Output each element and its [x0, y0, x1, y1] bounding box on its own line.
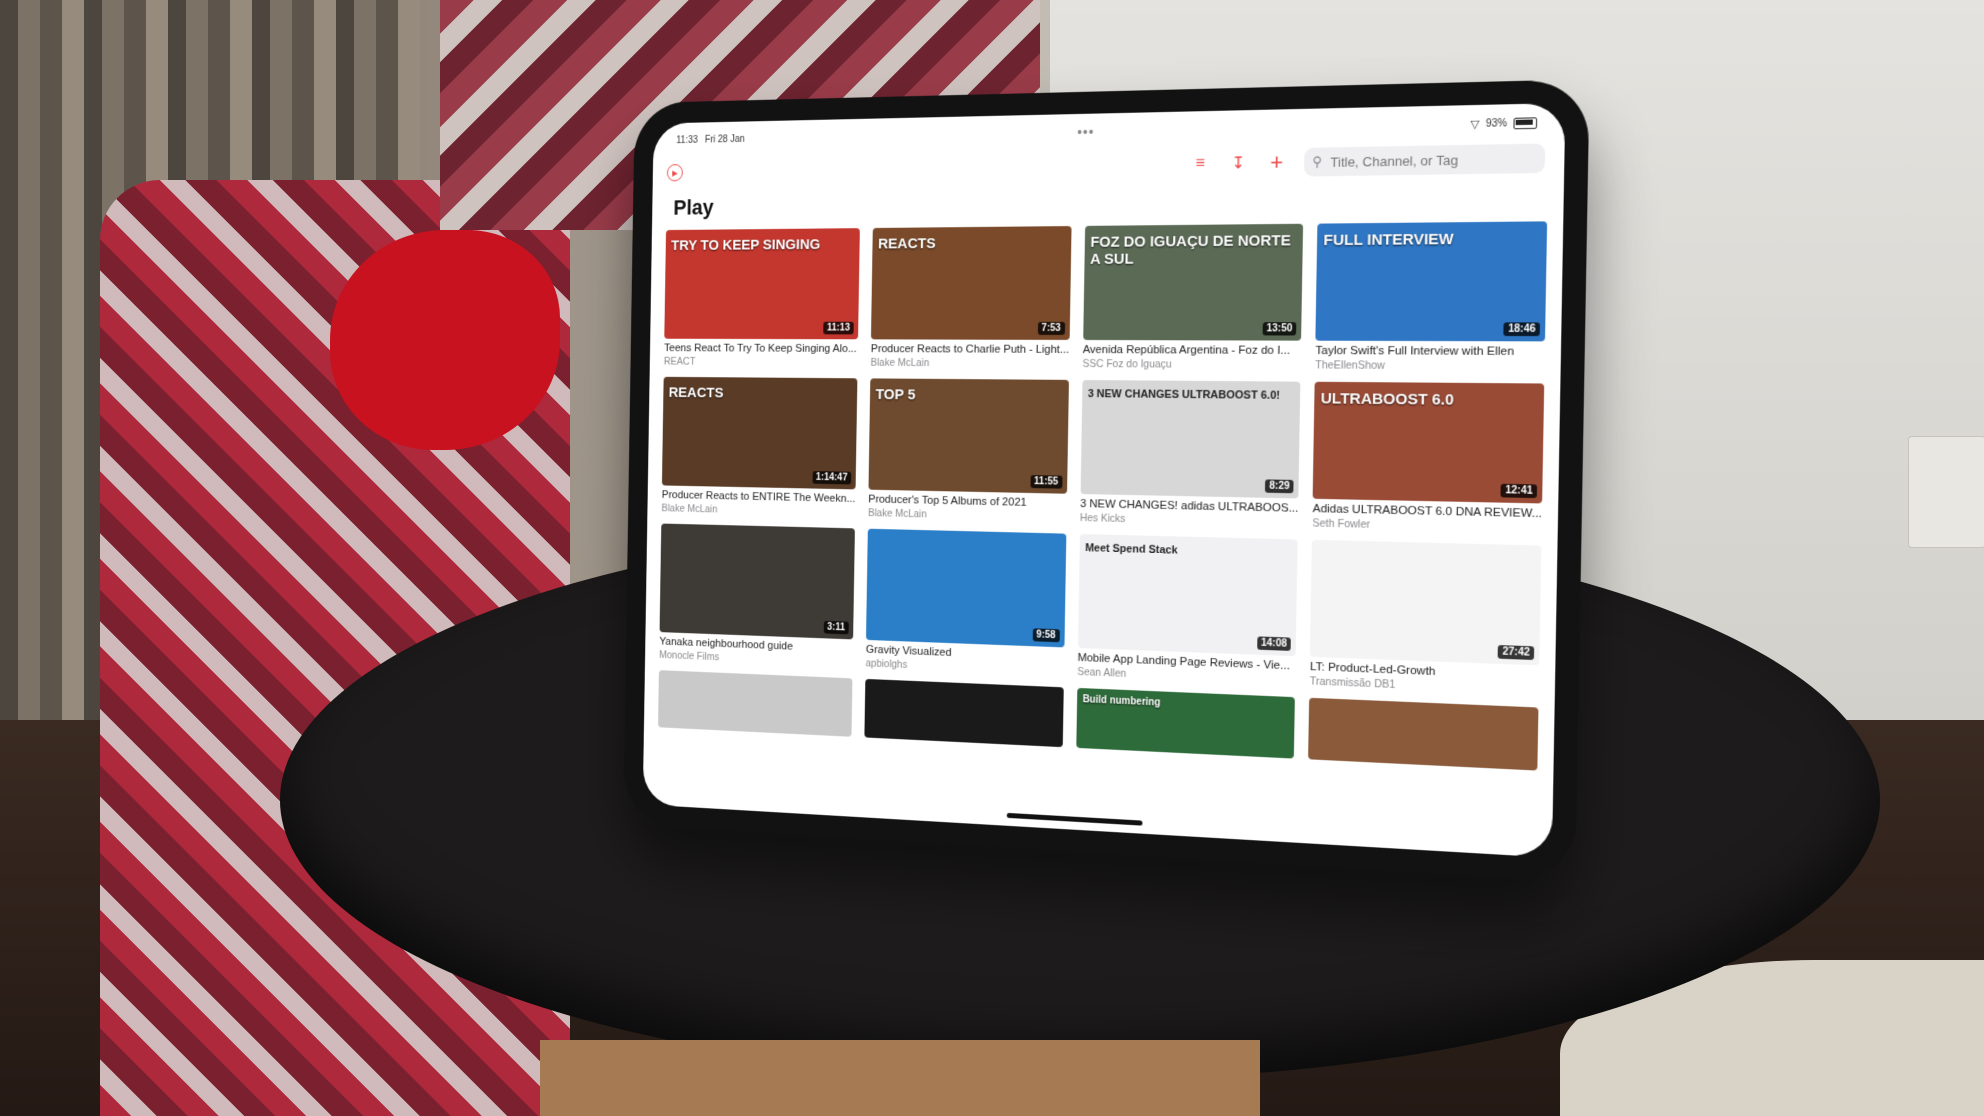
video-card[interactable]: REACTS 7:53 Producer Reacts to Charlie Put… — [870, 226, 1072, 370]
thumbnail-caption: FULL INTERVIEW — [1323, 230, 1454, 250]
page-title: Play — [673, 195, 714, 220]
status-time: 11:33 — [676, 134, 698, 146]
battery-icon — [1513, 116, 1538, 129]
duration-badge: 3:11 — [823, 620, 849, 635]
video-title[interactable]: Teens React To Try To Keep Singing Alo..… — [664, 343, 858, 355]
thumbnail-caption: ULTRABOOST 6.0 — [1320, 390, 1454, 409]
thumbnail-caption: REACTS — [668, 384, 724, 402]
video-channel: Seth Fowler — [1312, 517, 1371, 531]
video-thumbnail[interactable]: 3 NEW CHANGES ULTRABOOST 6.0! 8:29 — [1080, 380, 1301, 499]
video-title[interactable]: Avenida República Argentina - Foz do I..… — [1083, 344, 1302, 357]
search-field[interactable]: ⚲ — [1303, 143, 1546, 177]
thumbnail-caption: TRY TO KEEP SINGING — [670, 236, 821, 254]
video-thumbnail[interactable]: FOZ DO IGUAÇU DE NORTE A SUL 13:50 — [1082, 223, 1304, 341]
video-channel: Hes Kicks — [1079, 512, 1126, 526]
video-card[interactable]: 3 NEW CHANGES ULTRABOOST 6.0! 8:29 3 NEW C… — [1080, 380, 1301, 529]
video-thumbnail[interactable]: FULL INTERVIEW 18:46 — [1315, 221, 1548, 342]
video-thumbnail[interactable] — [1308, 697, 1539, 771]
video-thumbnail[interactable]: REACTS 1:14:47 — [661, 376, 858, 490]
video-thumbnail[interactable]: 9:58 — [865, 528, 1066, 648]
video-title[interactable]: Producer Reacts to Charlie Puth - Light.… — [871, 343, 1070, 356]
play-logo-circle: ▶ — [666, 163, 683, 182]
plus-icon[interactable]: + — [1265, 149, 1288, 175]
video-card-partial[interactable] — [864, 678, 1064, 748]
home-indicator[interactable] — [1006, 812, 1143, 826]
duration-badge: 12:41 — [1500, 483, 1538, 499]
video-card[interactable]: FULL INTERVIEW 18:46 Taylor Swift's Full I… — [1315, 221, 1548, 373]
video-card[interactable]: ULTRABOOST 6.0 12:41 Adidas ULTRABOOST 6.0… — [1312, 381, 1545, 535]
video-card[interactable]: 9:58 Gravity Visualized apbiolghs — [865, 528, 1066, 678]
search-icon: ⚲ — [1312, 153, 1323, 170]
video-thumbnail[interactable]: TOP 5 11:55 — [868, 378, 1069, 494]
filter-icon[interactable]: ≡ — [1189, 153, 1211, 176]
video-channel: REACT — [663, 355, 696, 368]
video-channel: Blake McLain — [661, 502, 718, 516]
play-logo-icon[interactable]: ▶ — [665, 162, 685, 183]
video-thumbnail[interactable]: Meet Spend Stack 14:08 — [1077, 533, 1298, 657]
battery-percent: 93% — [1485, 117, 1508, 130]
video-channel: TheEllenShow — [1315, 359, 1386, 372]
thumbnail-caption: 3 NEW CHANGES ULTRABOOST 6.0! — [1087, 388, 1281, 402]
video-card[interactable]: 27:42 LT: Product-Led-Growth Transmissão D… — [1310, 539, 1542, 697]
duration-badge: 11:55 — [1030, 475, 1063, 489]
duration-badge: 8:29 — [1265, 479, 1294, 494]
import-icon[interactable]: ↧ — [1227, 152, 1250, 175]
red-pillow — [330, 230, 560, 450]
duration-badge: 7:53 — [1037, 321, 1065, 335]
duration-badge: 11:13 — [823, 321, 854, 335]
thumbnail-caption: Build numbering — [1082, 694, 1161, 709]
video-card[interactable]: REACTS 1:14:47 Producer Reacts to ENTIRE T… — [661, 376, 858, 519]
video-thumbnail[interactable] — [658, 670, 853, 737]
video-card[interactable]: 3:11 Yanaka neighbourhood guide Monocle Fi… — [659, 523, 855, 669]
side-table-base — [540, 1040, 1260, 1116]
status-right: ▽ 93% — [1470, 116, 1538, 131]
video-thumbnail[interactable]: Build numbering — [1075, 687, 1296, 759]
ipad-device: 11:33 Fri 28 Jan ••• ▽ 93% ▶ ≡ ↧ + ⚲ Tit… — [623, 79, 1590, 883]
video-thumbnail[interactable]: REACTS 7:53 — [870, 226, 1072, 340]
search-input[interactable] — [1328, 149, 1532, 171]
toolbar-actions: ≡ ↧ + ⚲ — [1189, 143, 1546, 178]
video-card[interactable]: FOZ DO IGUAÇU DE NORTE A SUL 13:50 Avenida… — [1082, 223, 1304, 372]
status-date: Fri 28 Jan — [704, 133, 745, 145]
video-card[interactable]: TOP 5 11:55 Producer's Top 5 Albums of 202… — [868, 378, 1069, 523]
duration-badge: 13:50 — [1262, 322, 1297, 336]
video-thumbnail[interactable]: 3:11 — [659, 523, 855, 640]
thumbnail-caption: Meet Spend Stack — [1085, 542, 1178, 557]
video-channel: Blake McLain — [870, 356, 930, 370]
video-card-partial[interactable]: Build numbering — [1075, 687, 1296, 759]
video-thumbnail[interactable]: ULTRABOOST 6.0 12:41 — [1312, 381, 1545, 504]
multitasking-dots-icon[interactable]: ••• — [1077, 124, 1094, 140]
duration-badge: 18:46 — [1503, 322, 1541, 337]
video-grid: TRY TO KEEP SINGING 11:13 Teens React To T… — [658, 221, 1548, 771]
duration-badge: 27:42 — [1498, 645, 1535, 660]
thumbnail-caption: REACTS — [877, 235, 936, 253]
duration-badge: 1:14:47 — [812, 471, 852, 485]
ipad-screen: 11:33 Fri 28 Jan ••• ▽ 93% ▶ ≡ ↧ + ⚲ Tit… — [642, 102, 1566, 858]
video-card[interactable]: Meet Spend Stack 14:08 Mobile App Landing … — [1077, 533, 1298, 687]
video-channel: Blake McLain — [867, 507, 927, 521]
video-thumbnail[interactable]: 27:42 — [1310, 539, 1542, 666]
video-card-partial[interactable] — [1308, 697, 1539, 771]
video-thumbnail[interactable] — [864, 678, 1064, 748]
video-channel: SSC Foz do Iguaçu — [1082, 357, 1172, 371]
video-card[interactable]: TRY TO KEEP SINGING 11:13 Teens React To T… — [664, 228, 860, 368]
video-title[interactable]: Taylor Swift's Full Interview with Ellen — [1315, 345, 1545, 358]
duration-badge: 9:58 — [1032, 628, 1060, 643]
duration-badge: 14:08 — [1256, 636, 1292, 651]
thumbnail-caption: FOZ DO IGUAÇU DE NORTE A SUL — [1089, 232, 1292, 268]
toolbar: ▶ ≡ ↧ + ⚲ — [665, 139, 1546, 190]
wall-outlet — [1908, 436, 1984, 548]
wifi-icon: ▽ — [1470, 117, 1480, 131]
thumbnail-caption: TOP 5 — [875, 386, 916, 404]
video-thumbnail[interactable]: TRY TO KEEP SINGING 11:13 — [664, 228, 860, 340]
video-card-partial[interactable] — [658, 670, 853, 737]
